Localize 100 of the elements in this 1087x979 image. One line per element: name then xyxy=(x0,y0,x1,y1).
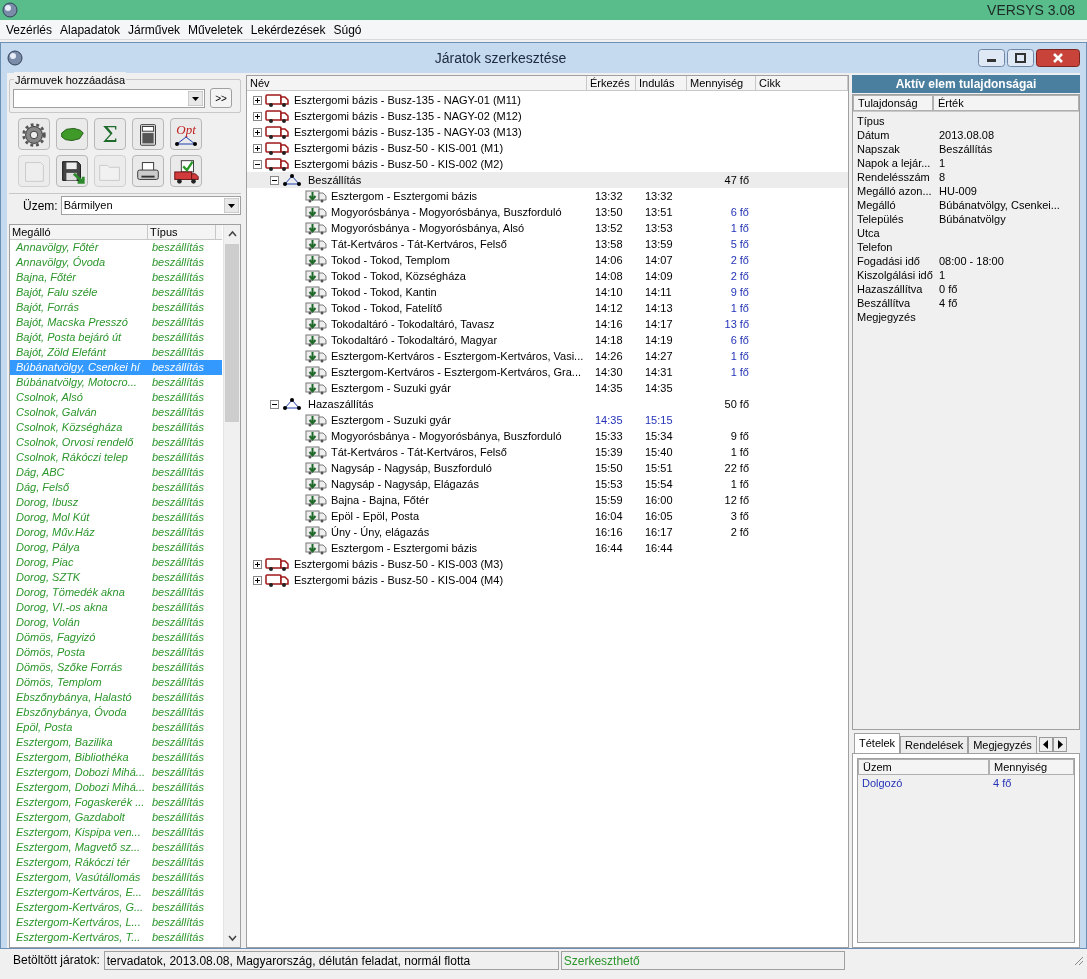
tree-item[interactable]: Esztergomi bázis - Busz-135 - NAGY-03 (M13) xyxy=(292,123,522,141)
tree-item[interactable]: Nagysáp - Nagysáp, Elágazás xyxy=(331,475,479,493)
tree-item[interactable]: Epöl - Epöl, Posta xyxy=(331,507,420,525)
list-row[interactable]: Dorog, Műv.Ház beszállítás xyxy=(10,525,222,540)
tree-item[interactable]: Esztergom-Kertváros - Esztergom-Kertváros, Gra... xyxy=(331,363,581,381)
list-row[interactable]: Esztergom, Dobozi Mihá... beszállítás xyxy=(10,765,222,780)
list-row[interactable]: Dorog, Tömedék akna beszállítás xyxy=(10,585,222,600)
menu-item[interactable]: Lekérdezések xyxy=(246,20,330,39)
list-row[interactable]: Dorog, VI.-os akna beszállítás xyxy=(10,600,222,615)
tree-item[interactable]: Úny - Úny, elágazás xyxy=(331,523,430,541)
list-row[interactable]: Bajna, Főtér beszállítás xyxy=(10,270,222,285)
list-row[interactable]: Esztergom-Kertváros, L... beszállítás xyxy=(10,915,222,930)
maximize-button[interactable] xyxy=(1007,49,1034,67)
list-row[interactable]: Dömös, Szőke Forrás beszállítás xyxy=(10,660,222,675)
list-row[interactable]: Esztergom-Kertváros, G... beszállítás xyxy=(10,900,222,915)
list-row[interactable]: Bajót, Falu széle beszállítás xyxy=(10,285,222,300)
tree-item[interactable]: Mogyorósbánya - Mogyorósbánya, Alsó xyxy=(331,219,525,237)
tree-item[interactable]: Tát-Kertváros - Tát-Kertváros, Felső xyxy=(331,235,507,253)
tree-item[interactable]: Mogyorósbánya - Mogyorósbánya, Buszforduló xyxy=(331,203,562,221)
minimize-button[interactable] xyxy=(978,49,1005,67)
tree-item[interactable]: Esztergom - Esztergomi bázis xyxy=(331,539,478,557)
close-button[interactable] xyxy=(1036,49,1080,67)
list-row[interactable]: Csolnok, Rákóczi telep beszállítás xyxy=(10,450,222,465)
tree-item[interactable]: Esztergom-Kertváros - Esztergom-Kertváros, Vasi... xyxy=(331,347,584,365)
scrollbar[interactable] xyxy=(223,225,240,947)
tree-item[interactable]: Esztergomi bázis - Busz-50 - KIS-003 (M3) xyxy=(292,555,504,573)
list-row[interactable]: Dorog, Volán beszállítás xyxy=(10,615,222,630)
list-row[interactable]: Esztergom, Gazdabolt beszállítás xyxy=(10,810,222,825)
column-header[interactable]: Név xyxy=(247,76,587,90)
column-header[interactable]: Érkezés xyxy=(587,76,636,90)
list-row[interactable]: Epöl, Posta beszállítás xyxy=(10,720,222,735)
list-row[interactable]: Dág, ABC beszállítás xyxy=(10,465,222,480)
scroll-left-icon[interactable] xyxy=(1038,737,1053,752)
list-row[interactable]: Dorog, Mol Kút beszállítás xyxy=(10,510,222,525)
vehicle-combo[interactable] xyxy=(13,88,205,108)
list-row[interactable]: Csolnok, Alsó beszállítás xyxy=(10,390,222,405)
tree-item[interactable]: Esztergom - Esztergomi bázis xyxy=(331,187,478,205)
list-row[interactable]: Csolnok, Községháza beszállítás xyxy=(10,420,222,435)
list-row[interactable]: Búbánatvölgy, Motocro... beszállítás xyxy=(10,375,222,390)
list-row[interactable]: Esztergom-Kertváros, T... beszállítás xyxy=(10,930,222,945)
tree-item[interactable]: Mogyorósbánya - Mogyorósbánya, Buszforduló xyxy=(331,427,562,445)
menu-item[interactable]: Járművek xyxy=(124,20,185,39)
menu-item[interactable]: Műveletek xyxy=(184,20,247,39)
tree-item[interactable]: Esztergomi bázis - Busz-50 - KIS-004 (M4) xyxy=(292,571,504,589)
tree-item[interactable]: Esztergomi bázis - Busz-135 - NAGY-02 (M12) xyxy=(292,107,522,125)
collapse-icon[interactable] xyxy=(270,175,279,185)
tree-item[interactable]: Tokod - Tokod, Községháza xyxy=(331,267,466,285)
tree-item[interactable]: Esztergom - Suzuki gyár xyxy=(331,379,451,397)
list-row[interactable]: Ebszőnybánya, Óvoda beszállítás xyxy=(10,705,222,720)
toolbar-button[interactable] xyxy=(170,155,202,187)
list-row[interactable]: Csolnok, Orvosi rendelő beszállítás xyxy=(10,435,222,450)
tree-item[interactable]: Esztergomi bázis - Busz-135 - NAGY-01 (M11) xyxy=(292,91,521,109)
tree-item[interactable]: Tokod - Tokod, Fatelítő xyxy=(331,299,443,317)
list-row[interactable]: Bajót, Macska Presszó beszállítás xyxy=(10,315,222,330)
column-header[interactable]: Tulajdonság xyxy=(853,95,933,111)
list-row[interactable]: Bajót, Posta bejáró út beszállítás xyxy=(10,330,222,345)
list-row[interactable]: Esztergom, Vasútállomás beszállítás xyxy=(10,870,222,885)
tree-item[interactable]: Esztergomi bázis - Busz-50 - KIS-001 (M1) xyxy=(292,139,504,157)
list-row[interactable]: Esztergom, Fogaskerék ... beszállítás xyxy=(10,795,222,810)
tab[interactable]: Rendelések xyxy=(900,736,969,753)
list-row[interactable]: Esztergom, Kispipa ven... beszállítás xyxy=(10,825,222,840)
column-header[interactable]: Megálló xyxy=(10,225,148,239)
list-row[interactable]: Esztergom, Dobozi Mihá... beszállítás xyxy=(10,780,222,795)
list-row[interactable]: Annavölgy, Főtér beszállítás xyxy=(10,240,222,255)
column-header[interactable]: Típus xyxy=(148,225,216,239)
list-row[interactable]: Esztergom, Bibliothéka beszállítás xyxy=(10,750,222,765)
expand-icon[interactable] xyxy=(253,95,262,105)
menu-item[interactable]: Alapadatok xyxy=(56,20,125,39)
list-row[interactable]: Dömös, Posta beszállítás xyxy=(10,645,222,660)
expand-icon[interactable] xyxy=(253,559,262,569)
list-row[interactable]: Dorog, Ibusz beszállítás xyxy=(10,495,222,510)
tree-item[interactable]: Esztergom - Suzuki gyár xyxy=(331,411,451,429)
route-group-row[interactable]: Hazaszállítás 50 fő xyxy=(247,396,848,412)
tree-item[interactable]: Tokod - Tokod, Kantin xyxy=(331,283,437,301)
scrollbar-thumb[interactable] xyxy=(225,244,239,422)
list-row[interactable]: Dág, Felső beszállítás xyxy=(10,480,222,495)
menu-item[interactable]: Vezérlés xyxy=(2,20,57,39)
list-row[interactable]: Bajót, Zöld Elefánt beszállítás xyxy=(10,345,222,360)
tab[interactable]: Megjegyzés xyxy=(968,736,1037,753)
tree-item[interactable]: Tát-Kertváros - Tát-Kertváros, Felső xyxy=(331,443,507,461)
expand-icon[interactable] xyxy=(253,575,262,585)
collapse-icon[interactable] xyxy=(253,159,262,169)
route-group-row[interactable]: Beszállítás 47 fő xyxy=(247,172,848,188)
menu-item[interactable]: Súgó xyxy=(329,20,366,39)
tree-item[interactable]: Bajna - Bajna, Főtér xyxy=(331,491,429,509)
list-row[interactable]: Esztergom, Magvető sz... beszállítás xyxy=(10,840,222,855)
expand-icon[interactable] xyxy=(253,111,262,121)
column-header[interactable]: Indulás xyxy=(636,76,687,90)
tree-item[interactable]: Nagysáp - Nagysáp, Buszforduló xyxy=(331,459,492,477)
plant-combo[interactable]: Bármilyen xyxy=(60,196,241,215)
tree-item[interactable]: Esztergomi bázis - Busz-50 - KIS-002 (M2) xyxy=(292,155,504,173)
list-row[interactable]: Dömös, Templom beszállítás xyxy=(10,675,222,690)
toolbar-button[interactable] xyxy=(56,155,88,187)
expand-icon[interactable] xyxy=(253,143,262,153)
list-row[interactable]: Bajót, Forrás beszállítás xyxy=(10,300,222,315)
add-vehicle-button[interactable]: >> xyxy=(210,88,232,108)
toolbar-button[interactable]: Σ xyxy=(94,118,126,150)
list-row[interactable]: Esztergom, Rákóczi tér beszállítás xyxy=(10,855,222,870)
column-header[interactable]: Cikk xyxy=(756,76,848,90)
list-row[interactable]: Esztergom-Kertváros, E... beszállítás xyxy=(10,885,222,900)
